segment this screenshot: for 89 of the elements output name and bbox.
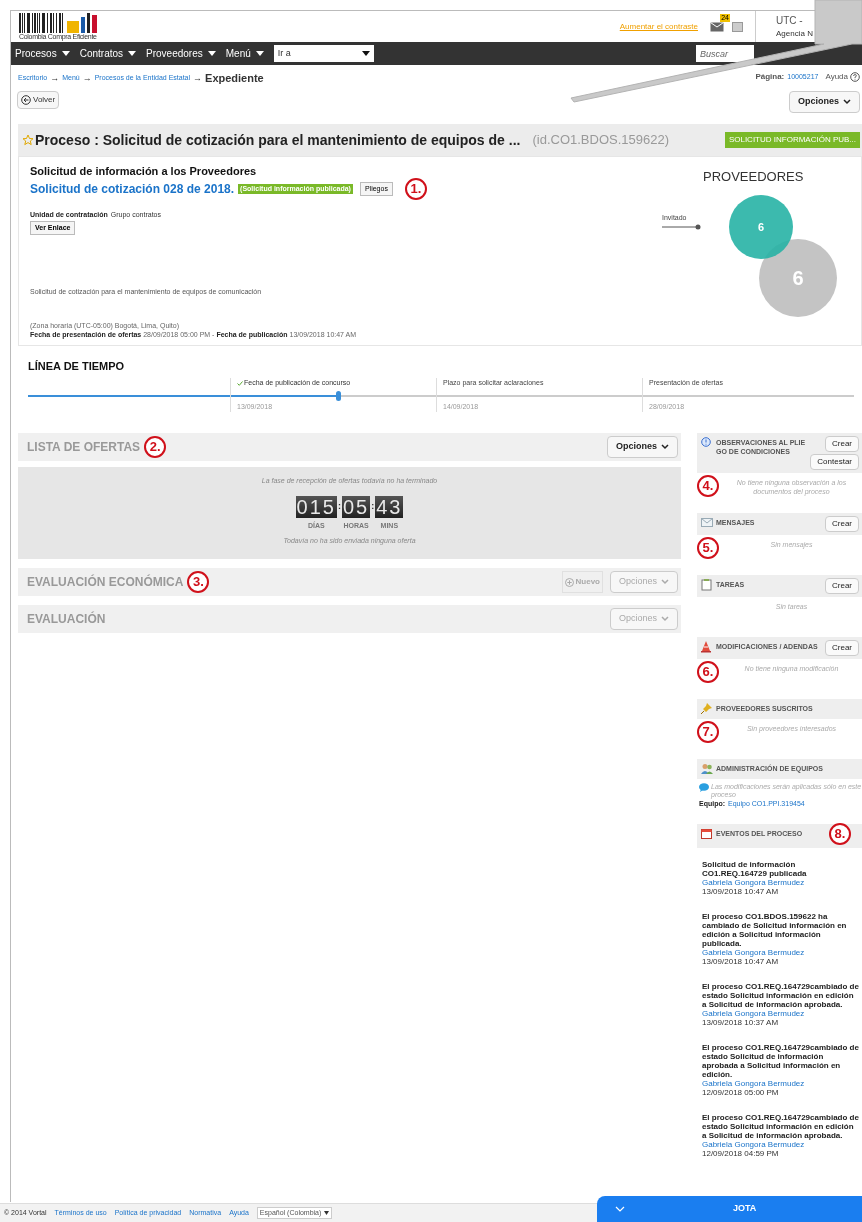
caret-down-icon bbox=[207, 51, 216, 56]
countdown-digits: 05 bbox=[341, 495, 371, 518]
breadcrumb-separator: → bbox=[193, 71, 203, 85]
back-arrow-icon bbox=[21, 95, 31, 105]
event-date: 12/09/2018 04:59 PM bbox=[702, 1148, 780, 1158]
caret-down-icon bbox=[361, 51, 370, 56]
envelope-icon bbox=[701, 517, 713, 529]
timeline-title: LÍNEA DE TIEMPO bbox=[28, 359, 125, 374]
annotation-number: 8. bbox=[829, 822, 851, 845]
panel-button[interactable]: Crear bbox=[825, 516, 859, 532]
timezone-label: UTC - bbox=[776, 14, 804, 28]
back-button[interactable]: Volver bbox=[17, 91, 60, 109]
panel-button[interactable]: Crear bbox=[825, 578, 859, 594]
help-icon bbox=[850, 72, 860, 82]
annotation-number: 1. bbox=[404, 178, 427, 200]
breadcrumb-separator: → bbox=[50, 71, 60, 85]
annotation-number: 4. bbox=[697, 475, 719, 497]
panel-button[interactable]: Crear bbox=[825, 436, 859, 452]
annotation-number: 2. bbox=[144, 436, 167, 458]
clipboard-icon bbox=[701, 579, 713, 591]
request-heading: Solicitud de información a los Proveedores bbox=[30, 165, 258, 178]
question-icon bbox=[701, 437, 713, 449]
document-icon bbox=[732, 21, 743, 32]
annotation-number: 5. bbox=[697, 537, 719, 559]
panel-button[interactable]: Crear bbox=[825, 640, 859, 656]
event-text: El proceso CO1.BDOS.159622 ha cambiado de Solicitud información en edición a Solicitud información publicada. bbox=[702, 911, 848, 948]
event-date: 13/09/2018 10:37 AM bbox=[702, 1017, 780, 1027]
caret-down-icon bbox=[255, 51, 264, 56]
caret-down-icon bbox=[128, 51, 137, 56]
breadcrumb-separator: → bbox=[82, 71, 92, 85]
event-author-link[interactable]: Gabriela Gongora Bermudez bbox=[702, 1078, 860, 1088]
traffic-cone-icon bbox=[701, 641, 713, 653]
people-icon bbox=[701, 763, 713, 775]
pushpin-icon bbox=[701, 703, 713, 715]
caret-down-icon bbox=[324, 1211, 330, 1215]
process-id: (id.CO1.BDOS.159622) bbox=[532, 131, 669, 150]
nav-menu[interactable]: Menú bbox=[225, 46, 264, 61]
mail-icon bbox=[710, 21, 724, 32]
providers-title: PROVEEDORES bbox=[703, 168, 804, 186]
caret-down-icon bbox=[61, 51, 70, 56]
event-author-link[interactable]: Gabriela Gongora Bermudez bbox=[702, 947, 860, 957]
event-text: El proceso CO1.REQ.164729cambiado de estado Solicitud de información aprobada a Solicitud información en edición. bbox=[702, 1042, 860, 1079]
nav-menu[interactable]: Procesos bbox=[15, 46, 70, 61]
event-author-link[interactable]: Gabriela Gongora Bermudez bbox=[702, 1139, 860, 1149]
event-date: 12/09/2018 05:00 PM bbox=[702, 1087, 780, 1097]
event-text: El proceso CO1.REQ.164729cambiado de estado Solicitud información en edición a Solicitud de información aprobada. bbox=[702, 981, 860, 1009]
star-icon bbox=[22, 134, 34, 146]
countdown-separator: : bbox=[371, 499, 375, 513]
section-title: LISTA DE OFERTAS bbox=[27, 439, 141, 456]
event-author-link[interactable]: Gabriela Gongora Bermudez bbox=[702, 877, 860, 887]
nav-menu[interactable]: Contratos bbox=[79, 46, 137, 61]
event-date: 13/09/2018 10:47 AM bbox=[702, 956, 780, 966]
event-date: 13/09/2018 10:47 AM bbox=[702, 886, 780, 896]
leader-line bbox=[662, 224, 702, 230]
plus-icon bbox=[564, 577, 574, 587]
annotation-number: 7. bbox=[697, 721, 719, 743]
chevron-down-icon bbox=[843, 99, 851, 105]
chat-bar[interactable]: JOTA bbox=[597, 1196, 862, 1222]
speech-bubble-icon bbox=[699, 783, 709, 792]
breadcrumb-current: Expediente bbox=[205, 71, 264, 86]
chevron-down-icon bbox=[661, 444, 669, 450]
chevron-down-icon bbox=[661, 579, 669, 585]
section-title: EVALUACIÓN ECONÓMICA bbox=[27, 573, 184, 591]
page-label: Página: bbox=[755, 71, 785, 83]
options-button[interactable]: Opciones bbox=[789, 91, 860, 113]
countdown-digits: 43 bbox=[375, 495, 404, 518]
status-badge: SOLICITUD INFORMACIÓN PUB... bbox=[724, 132, 860, 148]
countdown-separator: : bbox=[337, 499, 341, 513]
panel-button[interactable]: Contestar bbox=[810, 454, 859, 470]
countdown-digits: 015 bbox=[295, 495, 337, 518]
process-title: Proceso : Solicitud de cotización para el mantenimiento de equipos de ... bbox=[35, 130, 521, 150]
event-text: Solicitud de información CO1.REQ.164729 publicada bbox=[702, 859, 808, 878]
barcode-logo-icon bbox=[19, 13, 99, 33]
nav-menu[interactable]: Proveedores bbox=[146, 46, 216, 61]
annotation-number: 3. bbox=[187, 571, 210, 593]
request-name: Solicitud de cotización 028 de 2018. bbox=[30, 181, 235, 198]
chevron-down-icon bbox=[615, 1206, 625, 1212]
chevron-down-icon bbox=[661, 616, 669, 622]
chat-title: JOTA bbox=[733, 1202, 757, 1216]
event-text: El proceso CO1.REQ.164729cambiado de estado Solicitud información en edición a Solicitud de información aprobada. bbox=[702, 1112, 860, 1140]
event-author-link[interactable]: Gabriela Gongora Bermudez bbox=[702, 1008, 860, 1018]
options-button[interactable]: Opciones bbox=[607, 436, 678, 458]
agency-name: Agencia N bbox=[776, 28, 814, 40]
annotation-number: 6. bbox=[697, 661, 719, 683]
search-field[interactable]: Buscar bbox=[696, 45, 754, 62]
calendar-icon bbox=[701, 827, 713, 840]
section-title: EVALUACIÓN bbox=[27, 610, 106, 628]
goto-select[interactable]: Ir a bbox=[273, 45, 374, 62]
help-link[interactable]: Ayuda bbox=[825, 71, 860, 83]
